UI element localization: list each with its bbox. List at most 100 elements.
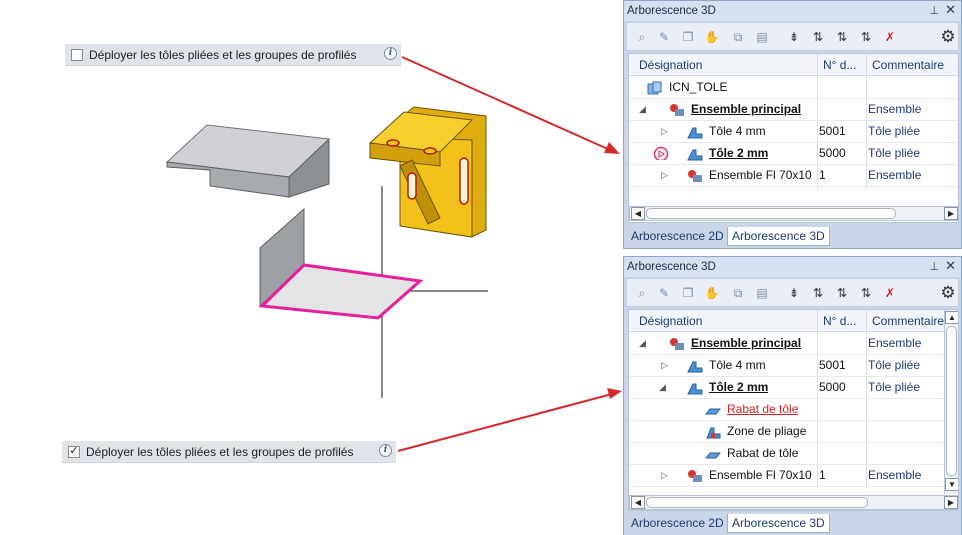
tree-row[interactable]: Tôle 2 mm 5000 Tôle pliée <box>629 143 958 165</box>
scroll-right-button[interactable]: ▶ <box>944 496 958 509</box>
find-icon[interactable]: ⌕ <box>633 284 651 302</box>
scroll-up-button[interactable]: ▲ <box>945 311 958 324</box>
paste-icon[interactable]: ▤ <box>753 28 771 46</box>
horizontal-scrollbar[interactable]: ◀ ▶ <box>629 495 958 510</box>
expand-all-icon[interactable]: ⇟ <box>785 28 803 46</box>
tree-row[interactable]: Rabat de tôle <box>629 443 944 465</box>
filter-clear-icon[interactable]: ✗ <box>881 284 899 302</box>
duplicate-icon[interactable]: ⧉ <box>729 28 747 46</box>
tree-row[interactable]: ◢ Ensemble principal Ensemble <box>629 333 944 355</box>
tab-tree-2d[interactable]: Arborescence 2D <box>627 514 728 533</box>
vertical-scrollbar[interactable]: ▲ ▼ <box>944 310 958 494</box>
filter-clear-icon[interactable]: ✗ <box>881 28 899 46</box>
assembly-icon <box>670 104 684 116</box>
paste-icon[interactable]: ▤ <box>753 284 771 302</box>
sheet-metal-icon <box>687 383 703 395</box>
row-comment: Tôle pliée <box>868 146 921 160</box>
collapse-triangle-icon[interactable]: ◢ <box>639 99 646 120</box>
tree-row[interactable]: ▷ Ensemble Fl 70x10 1 Ensemble <box>629 165 958 187</box>
tab-tree-3d[interactable]: Arborescence 3D <box>727 227 830 246</box>
sheet-metal-icon <box>687 127 703 139</box>
level-n-icon[interactable]: ⇅ <box>857 28 875 46</box>
tree-row[interactable]: ◢ Ensemble principal Ensemble <box>629 99 958 121</box>
collapse-triangle-icon[interactable]: ◢ <box>639 333 646 354</box>
duplicate-icon[interactable]: ⧉ <box>729 284 747 302</box>
panel-title: Arborescence 3D <box>627 261 716 273</box>
column-number[interactable]: N° d... <box>823 310 867 332</box>
flange-icon <box>705 408 721 415</box>
row-designation: Ensemble principal <box>691 102 802 116</box>
collapse-triangle-icon[interactable]: ◢ <box>659 377 666 398</box>
horizontal-scrollbar[interactable]: ◀ ▶ <box>629 206 958 221</box>
tree-row[interactable]: ◢ Tôle 2 mm 5000 Tôle pliée <box>629 377 944 399</box>
tree-row[interactable]: Zone de pliage <box>629 421 944 443</box>
copy-icon[interactable]: ❐ <box>679 284 697 302</box>
scroll-down-button[interactable]: ▼ <box>945 478 958 491</box>
column-comment[interactable]: Commentaire <box>872 310 944 332</box>
expand-triangle-icon[interactable]: ▷ <box>661 465 668 486</box>
row-designation: Rabat de tôle <box>727 446 799 460</box>
pen-icon[interactable]: ✎ <box>655 284 673 302</box>
l-sheet-with-highlight <box>258 207 424 320</box>
tab-tree-2d[interactable]: Arborescence 2D <box>627 227 728 246</box>
unfold-checkbox-bottom[interactable]: ✓ <box>68 445 80 458</box>
row-comment: Tôle pliée <box>868 358 921 372</box>
tab-tree-3d[interactable]: Arborescence 3D <box>727 514 830 533</box>
row-number: 5001 <box>819 358 846 372</box>
row-designation: Tôle 4 mm <box>709 124 766 138</box>
scroll-right-button[interactable]: ▶ <box>944 207 958 220</box>
tree-row[interactable]: ▷ Ensemble Fl 70x10 1 Ensemble <box>629 465 944 487</box>
column-comment[interactable]: Commentaire <box>872 54 958 76</box>
expand-triangle-icon[interactable]: ▷ <box>661 165 668 186</box>
column-number[interactable]: N° d... <box>823 54 867 76</box>
grid-header: Désignation N° d... Commentaire <box>629 310 958 332</box>
hand-icon[interactable]: ✋ <box>703 284 721 302</box>
play-circle-icon[interactable] <box>653 146 669 160</box>
scroll-left-button[interactable]: ◀ <box>631 207 645 220</box>
close-icon[interactable]: ✕ <box>945 258 956 274</box>
expand-triangle-icon[interactable]: ▷ <box>661 121 668 142</box>
gear-icon[interactable]: ⚙ <box>939 283 957 302</box>
level-3-icon[interactable]: ⇅ <box>833 284 851 302</box>
hand-icon[interactable]: ✋ <box>703 28 721 46</box>
grid-header: Désignation N° d... Commentaire <box>629 54 958 76</box>
column-designation[interactable]: Désignation <box>639 310 809 332</box>
bend-zone-icon <box>706 427 721 439</box>
row-designation: Rabat de tôle <box>727 402 799 416</box>
tree-row[interactable]: ▷ Tôle 4 mm 5001 Tôle pliée <box>629 355 944 377</box>
level-2-icon[interactable]: ⇅ <box>809 28 827 46</box>
tree-panel-bottom: Arborescence 3D ⊥ ✕ ⌕ ✎ ❐ ✋ ⧉ ▤ ⇟ ⇅ ⇅ ⇅ … <box>623 256 962 535</box>
find-icon[interactable]: ⌕ <box>633 28 651 46</box>
row-designation: Zone de pliage <box>727 424 807 438</box>
scroll-left-button[interactable]: ◀ <box>631 496 645 509</box>
row-designation: Ensemble principal <box>691 336 802 350</box>
panel-tabs: Arborescence 2D Arborescence 3D <box>624 513 961 535</box>
expand-all-icon[interactable]: ⇟ <box>785 284 803 302</box>
assembly-icon <box>670 338 684 350</box>
info-icon-bottom[interactable]: i <box>379 444 392 457</box>
pen-icon[interactable]: ✎ <box>655 28 673 46</box>
arrow-bottom <box>397 388 622 452</box>
unfold-checkbox-top[interactable] <box>71 48 83 61</box>
tree-row[interactable]: ▷ Tôle 4 mm 5001 Tôle pliée <box>629 121 958 143</box>
row-designation: Ensemble Fl 70x10 <box>709 468 812 482</box>
pin-icon[interactable]: ⊥ <box>929 260 939 273</box>
close-icon[interactable]: ✕ <box>945 2 956 18</box>
panel-title: Arborescence 3D <box>627 5 716 17</box>
pin-icon[interactable]: ⊥ <box>929 4 939 17</box>
scroll-thumb[interactable] <box>646 497 868 508</box>
column-designation[interactable]: Désignation <box>639 54 809 76</box>
option-bar-top: Déployer les tôles pliées et les groupes… <box>65 44 401 66</box>
copy-icon[interactable]: ❐ <box>679 28 697 46</box>
level-2-icon[interactable]: ⇅ <box>809 284 827 302</box>
scroll-thumb[interactable] <box>946 326 957 476</box>
tree-grid: Désignation N° d... Commentaire ◢ Ensemb… <box>628 309 959 511</box>
info-icon-top[interactable]: i <box>384 47 397 60</box>
tree-row[interactable]: Rabat de tôle <box>629 399 944 421</box>
expand-triangle-icon[interactable]: ▷ <box>661 355 668 376</box>
level-n-icon[interactable]: ⇅ <box>857 284 875 302</box>
scroll-thumb[interactable] <box>646 208 896 219</box>
level-3-icon[interactable]: ⇅ <box>833 28 851 46</box>
tree-row[interactable]: ICN_TOLE <box>629 77 958 99</box>
gear-icon[interactable]: ⚙ <box>939 27 957 46</box>
